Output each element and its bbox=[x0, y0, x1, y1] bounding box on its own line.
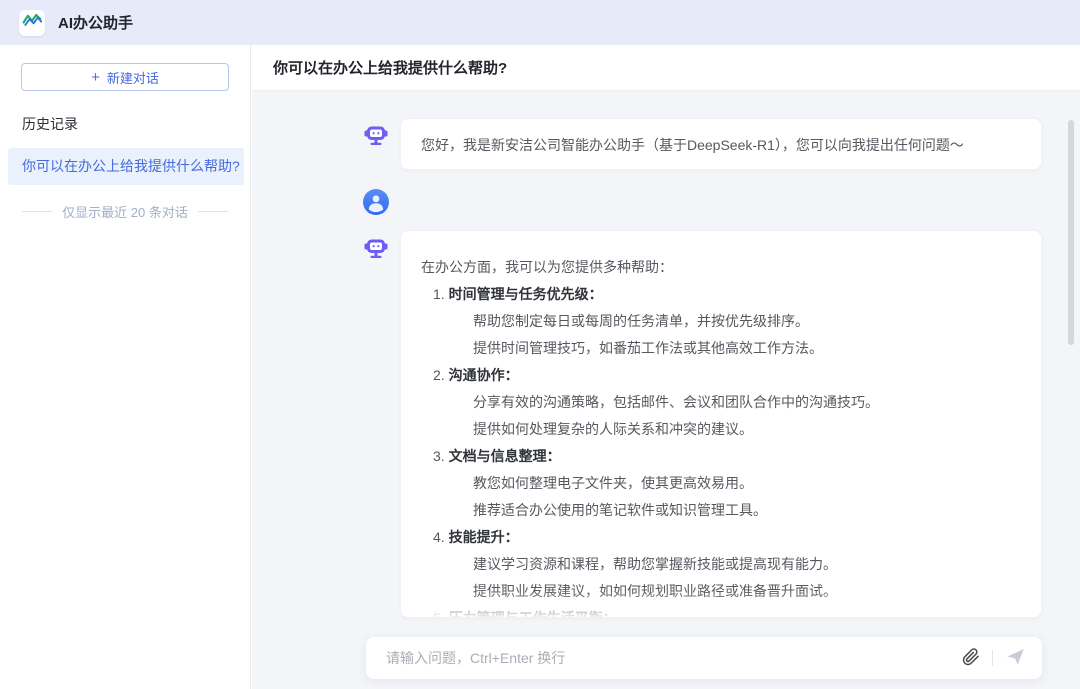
person-avatar-icon bbox=[363, 189, 389, 215]
assistant-help-list: 1. 时间管理与任务优先级： 帮助您制定每日或每周的任务清单，并按优先级排序。提供… bbox=[421, 284, 1021, 618]
history-item-selected[interactable]: 你可以在办公上给我提供什么帮助? bbox=[8, 148, 244, 185]
paper-plane-icon bbox=[1005, 646, 1026, 670]
note-text: 仅显示最近 20 条对话 bbox=[62, 202, 188, 221]
sidebar: + 新建对话 历史记录 你可以在办公上给我提供什么帮助? 仅显示最近 20 条对… bbox=[0, 45, 251, 689]
note-left-dash bbox=[22, 211, 52, 212]
assistant-greeting-text: 您好，我是新安洁公司智能办公助手（基于DeepSeek-R1），您可以向我提出任… bbox=[421, 137, 964, 153]
list-item-heading: 3. 文档与信息整理： bbox=[433, 446, 1021, 466]
composer-tools bbox=[962, 646, 1042, 670]
list-item-detail: 提供时间管理技巧，如番茄工作法或其他高效工作方法。 bbox=[473, 338, 1021, 358]
list-item-detail: 帮助您制定每日或每周的任务清单，并按优先级排序。 bbox=[473, 311, 1021, 331]
send-button[interactable] bbox=[1005, 646, 1026, 670]
message-input[interactable] bbox=[366, 637, 962, 679]
list-item-heading: 5. 压力管理与工作生活平衡： bbox=[433, 608, 1021, 618]
history-section-label: 历史记录 bbox=[22, 114, 250, 134]
list-item-detail: 提供职业发展建议，如如何规划职业路径或准备晋升面试。 bbox=[473, 581, 1021, 601]
list-item-heading: 1. 时间管理与任务优先级： bbox=[433, 284, 1021, 304]
conversation-header: 你可以在办公上给我提供什么帮助? bbox=[252, 45, 1080, 91]
new-chat-button[interactable]: + 新建对话 bbox=[21, 63, 229, 91]
history-limit-note: 仅显示最近 20 条对话 bbox=[0, 202, 250, 221]
chat-area: 您好，我是新安洁公司智能办公助手（基于DeepSeek-R1），您可以向我提出任… bbox=[252, 91, 1080, 689]
list-item-detail: 建议学习资源和课程，帮助您掌握新技能或提高现有能力。 bbox=[473, 554, 1021, 574]
conversation-title: 你可以在办公上给我提供什么帮助? bbox=[273, 57, 507, 78]
list-item-heading: 2. 沟通协作： bbox=[433, 365, 1021, 385]
robot-avatar-icon bbox=[363, 121, 389, 147]
app-title: AI办公助手 bbox=[58, 12, 133, 33]
zigzag-logo-icon bbox=[22, 10, 42, 35]
assistant-message-greeting: 您好，我是新安洁公司智能办公助手（基于DeepSeek-R1），您可以向我提出任… bbox=[400, 118, 1042, 170]
note-right-dash bbox=[198, 211, 228, 212]
app-logo bbox=[19, 10, 45, 36]
assistant-message-help-list: 在办公方面，我可以为您提供多种帮助： 1. 时间管理与任务优先级： 帮助您制定每日… bbox=[400, 230, 1042, 618]
robot-avatar-icon bbox=[363, 234, 389, 260]
assistant-list-intro: 在办公方面，我可以为您提供多种帮助： bbox=[421, 257, 1021, 277]
new-chat-label: 新建对话 bbox=[107, 68, 159, 87]
topbar: AI办公助手 bbox=[0, 0, 1080, 45]
paperclip-icon bbox=[962, 648, 980, 669]
attach-file-button[interactable] bbox=[962, 648, 980, 669]
list-item-detail: 分享有效的沟通策略，包括邮件、会议和团队合作中的沟通技巧。 bbox=[473, 392, 1021, 412]
plus-icon: + bbox=[91, 70, 100, 85]
list-item-heading: 4. 技能提升： bbox=[433, 527, 1021, 547]
list-item-detail: 教您如何整理电子文件夹，使其更高效易用。 bbox=[473, 473, 1021, 493]
list-item-detail: 提供如何处理复杂的人际关系和冲突的建议。 bbox=[473, 419, 1021, 439]
list-item-detail: 推荐适合办公使用的笔记软件或知识管理工具。 bbox=[473, 500, 1021, 520]
chat-scrollbar-thumb[interactable] bbox=[1068, 120, 1074, 345]
composer-divider bbox=[992, 650, 993, 666]
composer bbox=[366, 637, 1042, 679]
